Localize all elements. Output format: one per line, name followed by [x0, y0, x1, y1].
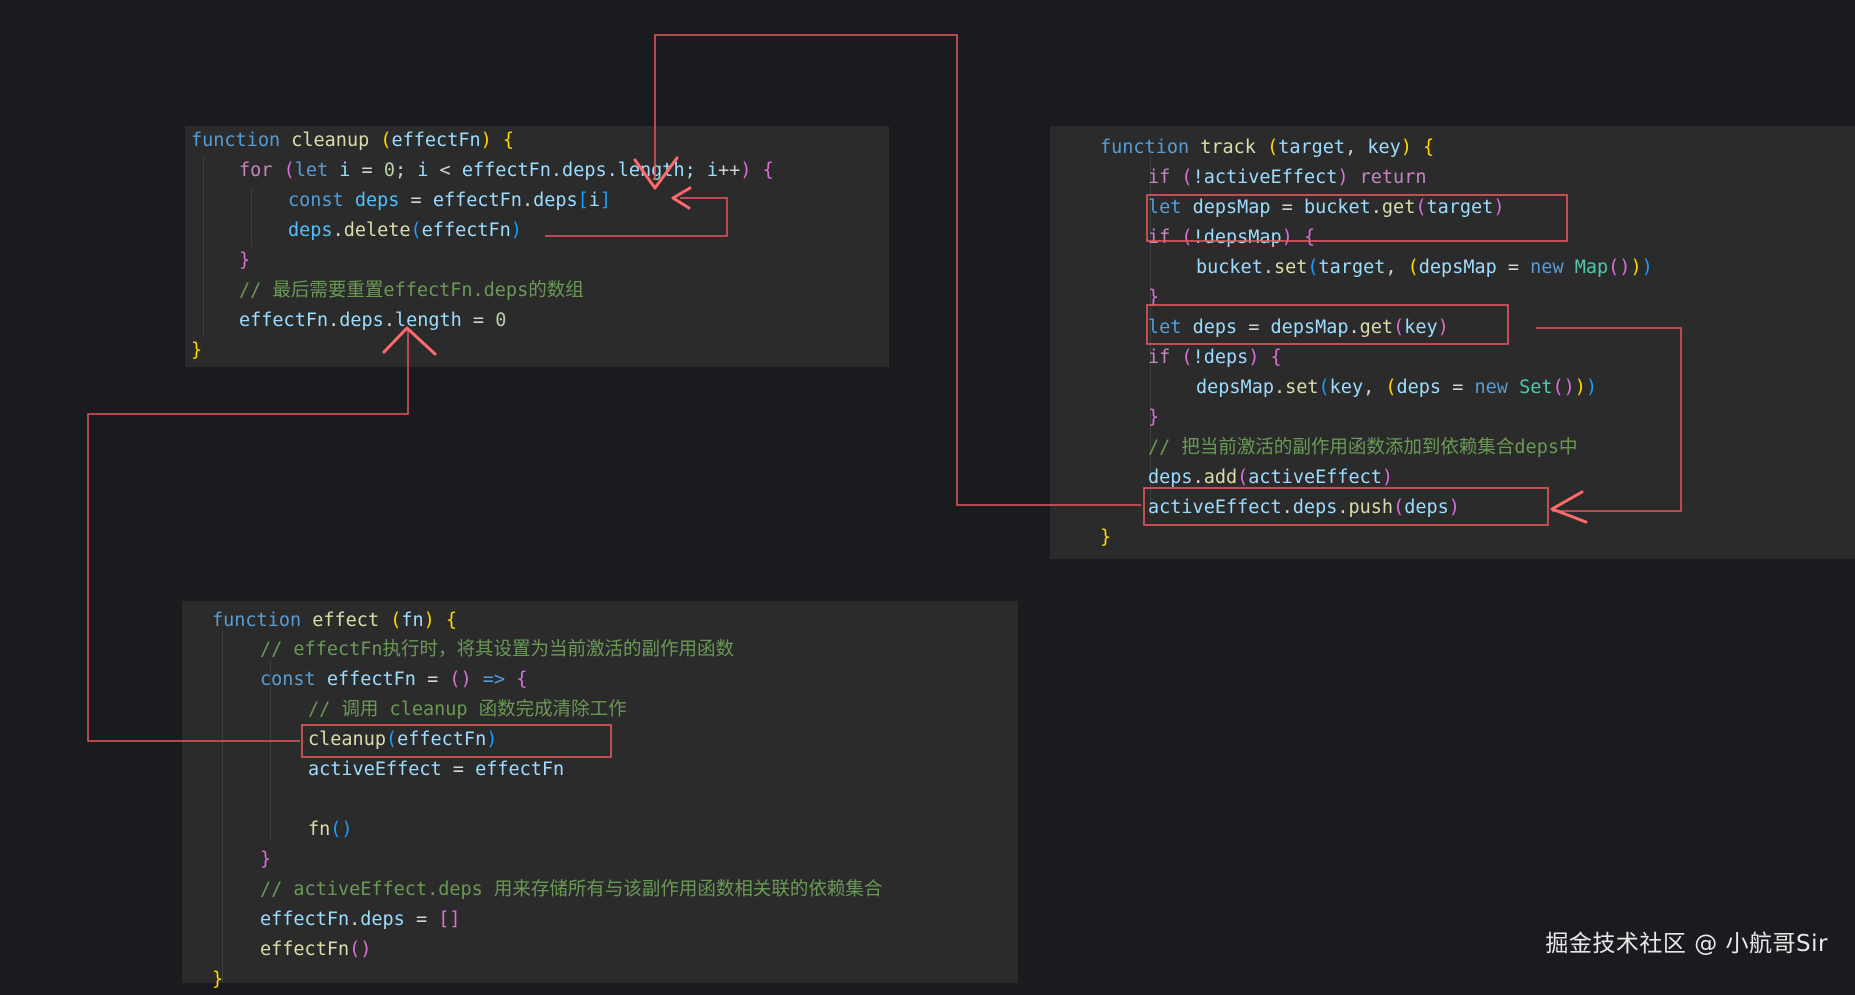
highlight-box-cleanup-call	[301, 724, 612, 758]
highlight-box-deps-push	[1143, 487, 1549, 526]
connector-deps-get-to-push	[1536, 327, 1682, 512]
arrowhead-icon	[1550, 490, 1588, 524]
connector-push-to-cleanup-loop	[654, 34, 1141, 506]
arrowhead-icon	[382, 326, 437, 356]
annotation-overlay	[87, 34, 1682, 758]
connector-delete-to-loop	[545, 197, 728, 237]
highlight-box-deps-get	[1146, 304, 1509, 345]
watermark: 掘金技术社区 @ 小航哥Sir	[1545, 931, 1828, 957]
arrowhead-icon	[633, 156, 679, 190]
connector-cleanup-call-to-length-reset	[87, 330, 409, 742]
highlight-box-depsmap-get	[1146, 194, 1568, 242]
